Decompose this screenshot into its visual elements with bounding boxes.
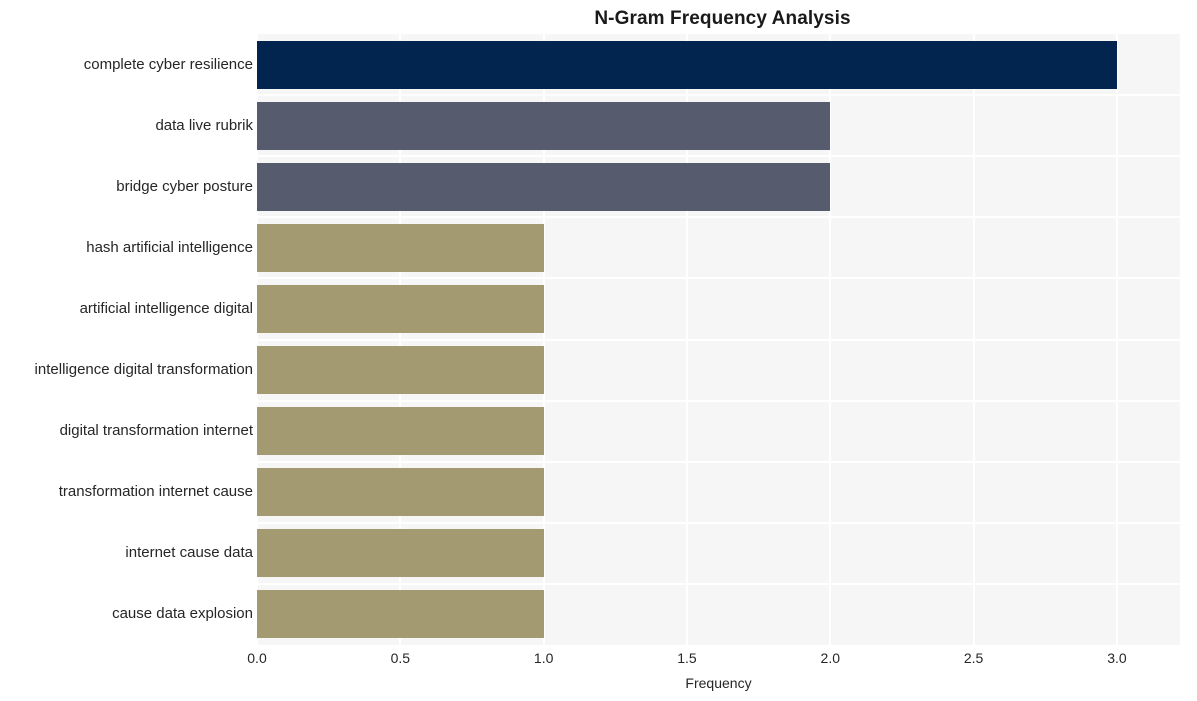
bar — [257, 590, 544, 639]
bar — [257, 407, 544, 456]
plot-area — [257, 34, 1180, 645]
x-axis-tick-label: 1.5 — [677, 650, 697, 666]
x-axis-tick-label: 0.0 — [247, 650, 267, 666]
x-axis-tick-label: 0.5 — [390, 650, 411, 666]
x-axis-tick-label: 1.0 — [533, 650, 554, 666]
y-axis-tick-label: artificial intelligence digital — [79, 299, 253, 317]
y-axis-tick-label: bridge cyber posture — [116, 177, 253, 195]
x-axis-tick-labels: 0.0 0.5 1.0 1.5 2.0 2.5 3.0 — [247, 649, 1180, 671]
gridline-horizontal — [257, 277, 1180, 280]
gridline-horizontal — [257, 521, 1180, 524]
y-axis-tick-labels: complete cyber resilience data live rubri… — [0, 34, 253, 645]
bar — [257, 101, 831, 150]
bar — [257, 40, 1117, 89]
chart-figure: N-Gram Frequency Analysis complete cyber… — [0, 0, 1197, 701]
gridline-horizontal — [257, 338, 1180, 341]
y-axis-tick-label: hash artificial intelligence — [86, 238, 253, 256]
y-axis-tick-label: complete cyber resilience — [83, 55, 253, 73]
gridline-horizontal — [257, 582, 1180, 585]
chart-title: N-Gram Frequency Analysis — [594, 8, 851, 29]
y-axis-tick-label: data live rubrik — [155, 116, 253, 134]
bar — [257, 162, 831, 211]
gridline-horizontal — [257, 399, 1180, 402]
y-axis-tick-label: transformation internet cause — [58, 483, 253, 501]
bar — [257, 468, 544, 517]
y-axis-tick-label: intelligence digital transformation — [34, 361, 253, 379]
gridline-horizontal — [257, 94, 1180, 97]
bar — [257, 529, 544, 578]
gridline-horizontal — [257, 155, 1180, 158]
bar — [257, 284, 544, 333]
x-axis-tick-label: 3.0 — [1107, 650, 1127, 666]
x-axis-tick-label: 2.5 — [963, 650, 984, 666]
x-axis-tick-label: 2.0 — [820, 650, 841, 666]
bar — [257, 346, 544, 395]
x-axis-label: Frequency — [685, 675, 752, 691]
y-axis-tick-label: digital transformation internet — [59, 422, 253, 440]
y-axis-tick-label: cause data explosion — [112, 605, 253, 623]
gridline-horizontal — [257, 460, 1180, 463]
bar — [257, 223, 544, 272]
gridline-horizontal — [257, 216, 1180, 219]
y-axis-tick-label: internet cause data — [125, 544, 253, 562]
